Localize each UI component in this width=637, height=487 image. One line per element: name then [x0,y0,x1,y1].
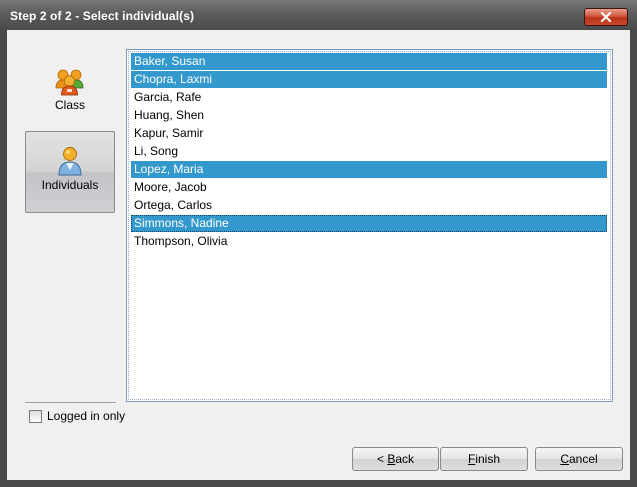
sidebar-item-label: Class [25,98,115,112]
list-item[interactable]: Huang, Shen [131,107,607,124]
logged-in-only-checkbox[interactable] [29,410,42,423]
sidebar-item-label: Individuals [26,178,114,192]
list-item[interactable]: Lopez, Maria [131,161,607,178]
cancel-button[interactable]: Cancel [535,447,623,471]
back-button[interactable]: < Back [352,447,439,471]
list-item[interactable]: Chopra, Laxmi [131,71,607,88]
list-item[interactable]: Thompson, Olivia [131,233,607,250]
dialog-window: Step 2 of 2 - Select individual(s) Class [0,0,637,487]
list-item[interactable]: Simmons, Nadine [131,215,607,232]
list-item[interactable]: Baker, Susan [131,53,607,70]
sidebar-item-individuals[interactable]: Individuals [25,131,115,213]
cancel-button-mnemonic: C [560,452,569,466]
cancel-button-label: ancel [569,452,598,466]
individuals-listbox[interactable]: Baker, Susan Chopra, Laxmi Garcia, Rafe … [126,49,613,402]
list-item[interactable]: Li, Song [131,143,607,160]
close-button[interactable] [584,8,628,26]
back-button-prefix: < [377,452,387,466]
list-item[interactable]: Garcia, Rafe [131,89,607,106]
logged-in-only-option[interactable]: Logged in only [29,408,125,424]
finish-button[interactable]: Finish [440,447,528,471]
list-item[interactable]: Kapur, Samir [131,125,607,142]
finish-button-label: inish [475,452,500,466]
sidebar-divider [25,402,116,403]
window-title: Step 2 of 2 - Select individual(s) [10,9,194,23]
close-icon [600,12,612,22]
dialog-content: Class Individuals Baker, Susan Chopra, L… [7,30,630,480]
logged-in-only-label: Logged in only [47,409,125,423]
title-bar[interactable]: Step 2 of 2 - Select individual(s) [0,0,637,30]
individual-person-icon [56,146,84,176]
list-item[interactable]: Ortega, Carlos [131,197,607,214]
back-button-label: ack [395,452,414,466]
sidebar-item-class[interactable]: Class [25,62,115,120]
list-item[interactable]: Moore, Jacob [131,179,607,196]
class-group-icon [53,66,87,96]
